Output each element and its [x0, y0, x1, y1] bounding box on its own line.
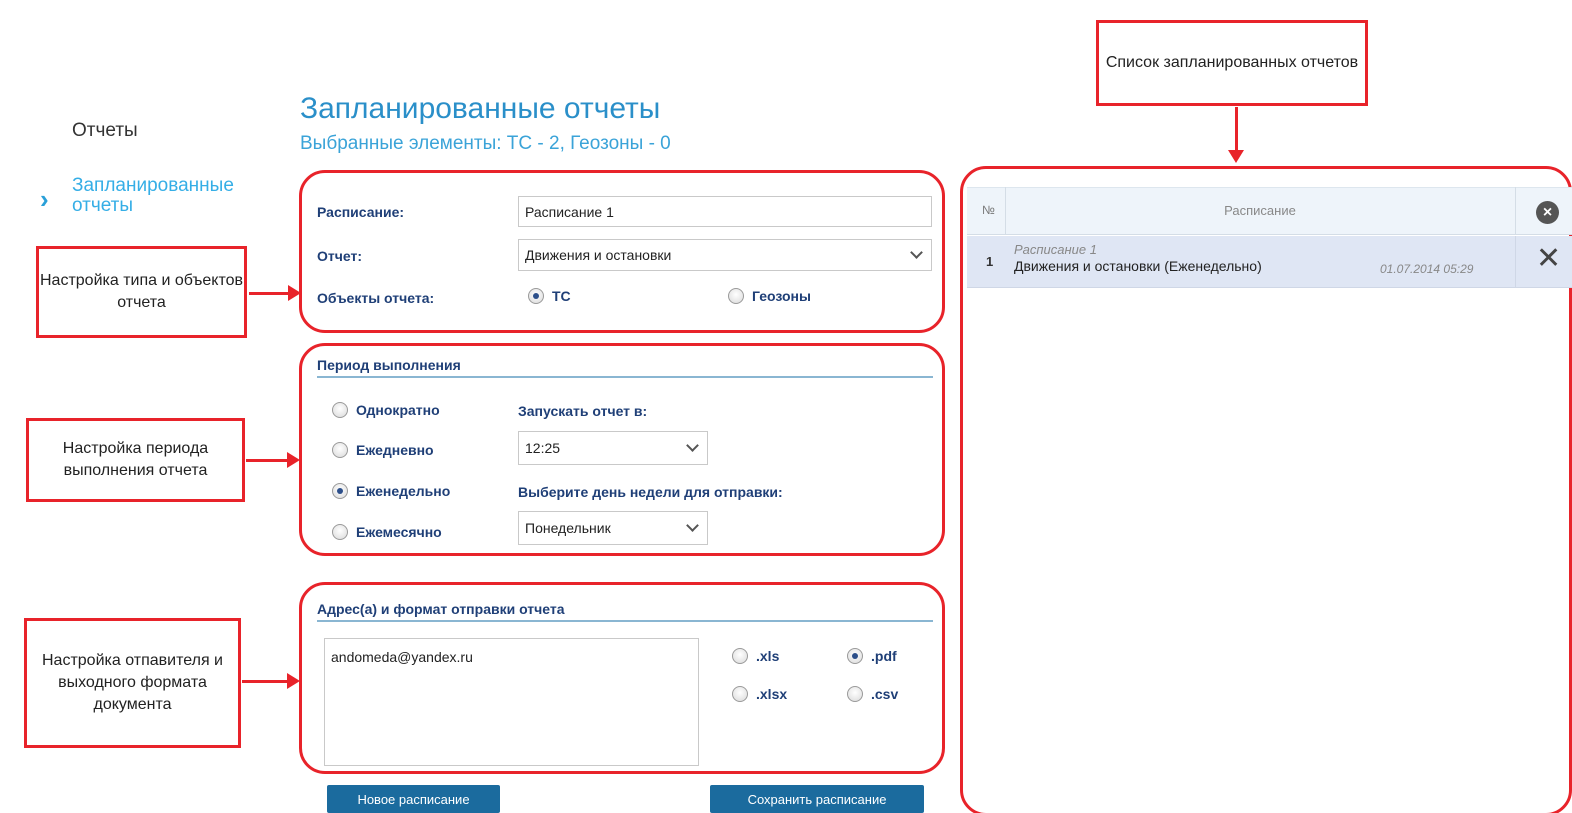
sidebar-item-reports[interactable]: Отчеты — [72, 120, 138, 142]
schedule-name-label: Расписание: — [317, 204, 405, 220]
selected-elements-summary: Выбранные элементы: ТС - 2, Геозоны - 0 — [300, 133, 671, 154]
period-radio-once[interactable]: Однократно — [332, 402, 440, 418]
weekday-select[interactable]: Понедельник — [518, 511, 708, 545]
format-radio-xlsx[interactable]: .xlsx — [732, 686, 787, 702]
callout-arrow — [1228, 107, 1244, 163]
radio-unselected-icon — [332, 402, 348, 418]
callout-arrow — [246, 452, 300, 468]
run-at-label: Запускать отчет в: — [518, 403, 648, 419]
format-radio-label: .csv — [871, 686, 899, 702]
report-type-select[interactable]: Движения и остановки — [518, 239, 932, 271]
callout-type-objects: Настройка типа и объектов отчета — [36, 246, 247, 338]
callout-arrow — [242, 673, 300, 689]
delete-row-icon[interactable]: ✕ — [1536, 244, 1561, 274]
radio-unselected-icon — [728, 288, 744, 304]
run-at-time-select[interactable]: 12:25 — [518, 431, 708, 465]
format-radio-pdf[interactable]: .pdf — [847, 648, 897, 664]
format-radio-label: .pdf — [871, 648, 897, 664]
period-radio-label: Еженедельно — [356, 483, 451, 499]
chevron-down-icon — [686, 439, 699, 452]
email-addresses-textarea[interactable]: andomeda@yandex.ru — [324, 638, 699, 766]
radio-unselected-icon — [847, 686, 863, 702]
period-radio-monthly[interactable]: Ежемесячно — [332, 524, 442, 540]
period-radio-label: Ежедневно — [356, 442, 434, 458]
callout-period-text: Настройка периода выполнения отчета — [62, 440, 209, 479]
radio-selected-icon — [528, 288, 544, 304]
schedule-name-input[interactable]: Расписание 1 — [518, 196, 932, 227]
format-radio-csv[interactable]: .csv — [847, 686, 898, 702]
period-radio-weekly[interactable]: Еженедельно — [332, 483, 450, 499]
run-at-time-value: 12:25 — [525, 440, 561, 456]
objects-radio-geozones[interactable]: Геозоны — [728, 288, 811, 304]
column-header-number: № — [982, 203, 995, 217]
report-type-label: Отчет: — [317, 248, 362, 264]
row-number: 1 — [986, 254, 994, 269]
weekday-label: Выберите день недели для отправки: — [518, 484, 783, 500]
callout-arrow — [249, 285, 301, 301]
radio-selected-icon — [332, 483, 348, 499]
report-objects-label: Объекты отчета: — [317, 290, 435, 306]
new-schedule-button[interactable]: Новое расписание — [327, 785, 500, 813]
callout-period: Настройка периода выполнения отчета — [26, 418, 245, 502]
objects-radio-vehicles[interactable]: ТС — [528, 288, 571, 304]
format-radio-xls[interactable]: .xls — [732, 648, 779, 664]
radio-unselected-icon — [332, 442, 348, 458]
radio-unselected-icon — [332, 524, 348, 540]
row-report-description: Движения и остановки (Еженедельно) — [1014, 258, 1262, 274]
column-header-schedule[interactable]: Расписание — [1005, 203, 1515, 218]
period-section-title: Период выполнения — [317, 357, 933, 378]
save-schedule-button[interactable]: Сохранить расписание — [710, 785, 924, 813]
column-divider — [1515, 187, 1516, 235]
callout-list: Список запланированных отчетов — [1096, 20, 1368, 106]
format-radio-label: .xlsx — [756, 686, 788, 702]
format-radio-label: .xls — [756, 648, 780, 664]
callout-type-objects-text: Настройка типа и объектов отчета — [39, 272, 244, 311]
objects-radio-label: ТС — [552, 288, 571, 304]
objects-radio-label: Геозоны — [752, 288, 811, 304]
chevron-down-icon — [910, 246, 923, 259]
row-schedule-name: Расписание 1 — [1014, 242, 1097, 257]
row-created-date: 01.07.2014 05:29 — [1380, 262, 1474, 276]
page-title: Запланированные отчеты — [300, 92, 661, 125]
callout-list-text: Список запланированных отчетов — [1105, 54, 1359, 71]
radio-unselected-icon — [732, 686, 748, 702]
period-radio-daily[interactable]: Ежедневно — [332, 442, 434, 458]
column-divider — [1515, 236, 1516, 288]
chevron-down-icon — [686, 519, 699, 532]
radio-selected-icon — [847, 648, 863, 664]
report-type-value: Движения и остановки — [525, 247, 672, 263]
callout-sender-format: Настройка отпавителя и выходного формата… — [24, 618, 241, 748]
callout-sender-format-text: Настройка отпавителя и выходного формата… — [42, 652, 223, 713]
delete-all-icon[interactable]: × — [1536, 201, 1559, 224]
sidebar-item-scheduled-reports[interactable]: Запланированные отчеты — [72, 176, 282, 216]
delivery-section-title: Адрес(а) и формат отправки отчета — [317, 601, 933, 622]
weekday-value: Понедельник — [525, 520, 611, 536]
period-radio-label: Однократно — [356, 402, 440, 418]
radio-unselected-icon — [732, 648, 748, 664]
chevron-right-icon: › — [40, 184, 49, 214]
period-radio-label: Ежемесячно — [356, 524, 442, 540]
